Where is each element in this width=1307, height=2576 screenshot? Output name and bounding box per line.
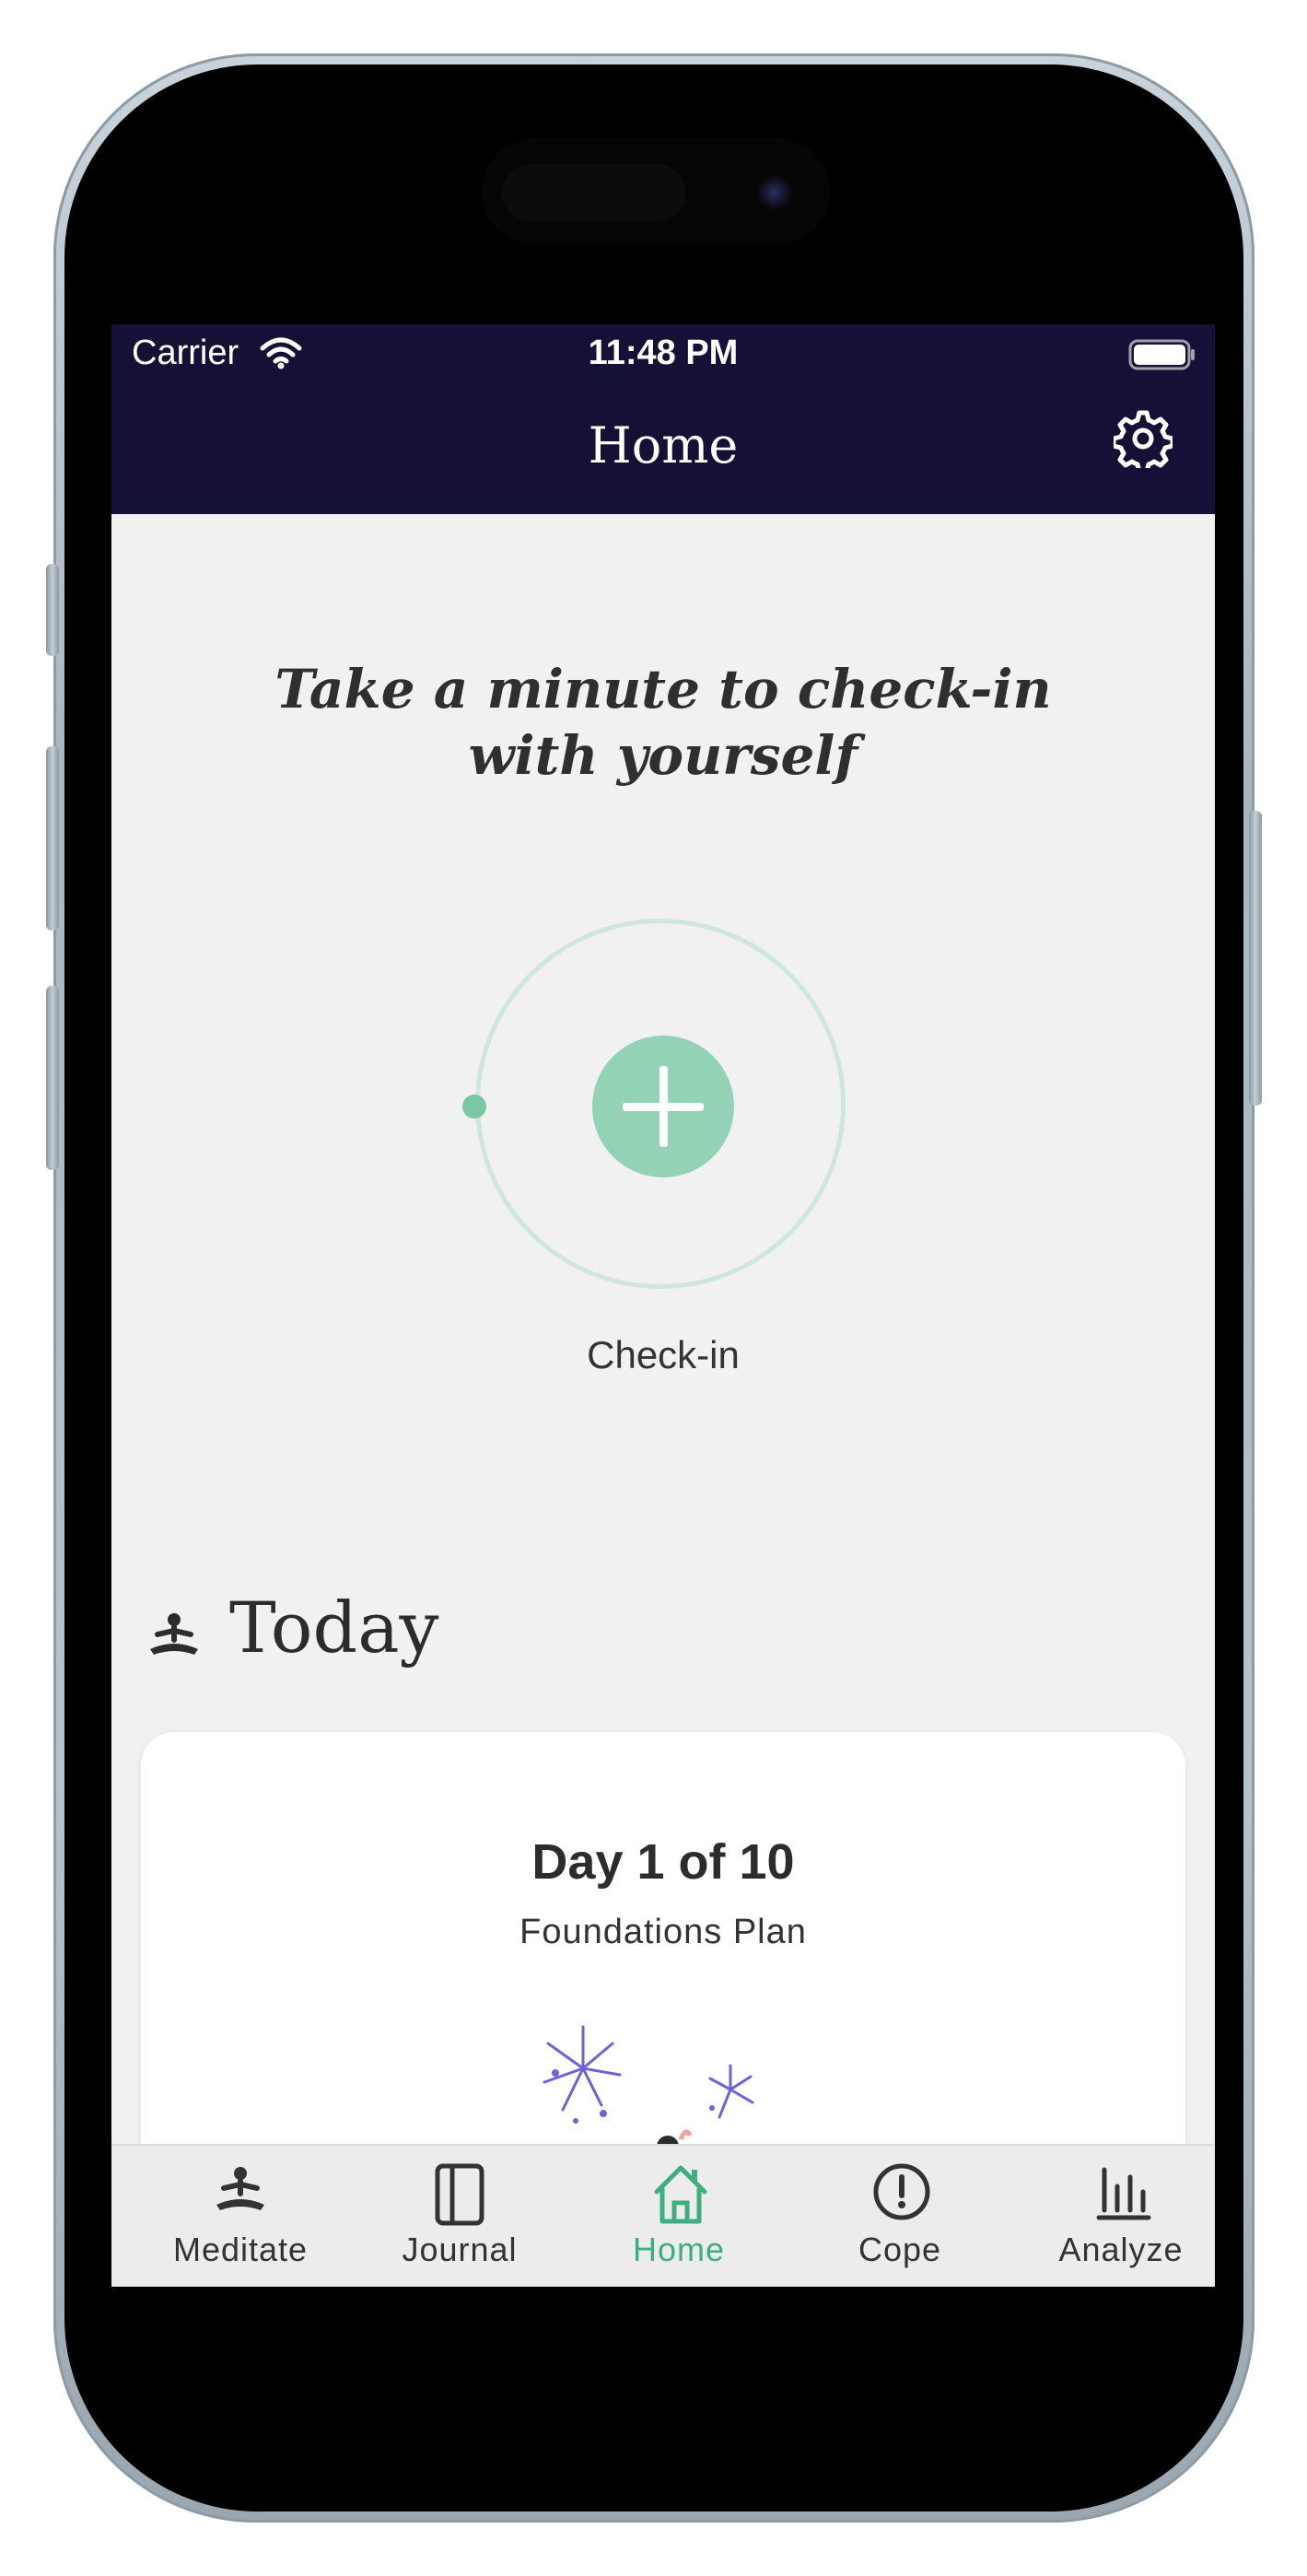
today-section-title: Today — [229, 1587, 439, 1669]
tab-label: Meditate — [172, 2231, 309, 2268]
checkin-prompt-line1: Take a minute to check-in — [274, 658, 1052, 720]
app-screen: Carrier 11:48 PM Home Take a minute to c… — [111, 324, 1215, 2287]
tab-meditate[interactable]: Meditate — [148, 2146, 333, 2287]
battery-icon — [1128, 339, 1195, 370]
top-bar: Carrier 11:48 PM Home — [111, 324, 1215, 514]
tab-home[interactable]: Home — [587, 2146, 771, 2287]
meditation-icon — [216, 2167, 264, 2210]
page-title: Home — [588, 416, 739, 474]
checkin-prompt-line2: with yourself — [468, 724, 858, 787]
checkin-label: Check-in — [587, 1333, 740, 1376]
checkin-progress-dot — [462, 1095, 486, 1118]
tab-label: Journal — [402, 2231, 518, 2268]
bar-chart-icon — [1096, 2167, 1151, 2220]
journal-icon — [435, 2163, 484, 2226]
dynamic-island-sensor — [502, 164, 686, 221]
meditation-icon — [150, 1613, 198, 1655]
home-icon — [654, 2165, 707, 2224]
tab-cope[interactable]: Cope — [808, 2146, 992, 2287]
power-button — [1249, 811, 1262, 1106]
plan-card-title: Day 1 of 10 — [531, 1834, 795, 1890]
plan-card-subtitle: Foundations Plan — [519, 1913, 807, 1951]
tab-label: Analyze — [1058, 2231, 1184, 2268]
tab-journal[interactable]: Journal — [368, 2146, 552, 2287]
volume-up-button — [46, 746, 59, 931]
gear-icon[interactable] — [1114, 409, 1173, 468]
checkin-button[interactable] — [592, 1036, 734, 1177]
checkin-prompt: Take a minute to check-in with yourself — [204, 656, 1123, 789]
tab-analyze[interactable]: Analyze — [1029, 2146, 1213, 2287]
tab-bar: Meditate Journal Home Cope Analyze — [111, 2144, 1215, 2287]
tab-label: Home — [632, 2231, 726, 2268]
front-camera — [757, 175, 792, 210]
status-time: 11:48 PM — [588, 334, 739, 372]
action-button — [46, 564, 59, 656]
tab-label: Cope — [858, 2231, 942, 2268]
volume-down-button — [46, 986, 59, 1170]
fireworks-illustration — [543, 2025, 754, 2147]
alert-circle-icon — [873, 2163, 930, 2220]
